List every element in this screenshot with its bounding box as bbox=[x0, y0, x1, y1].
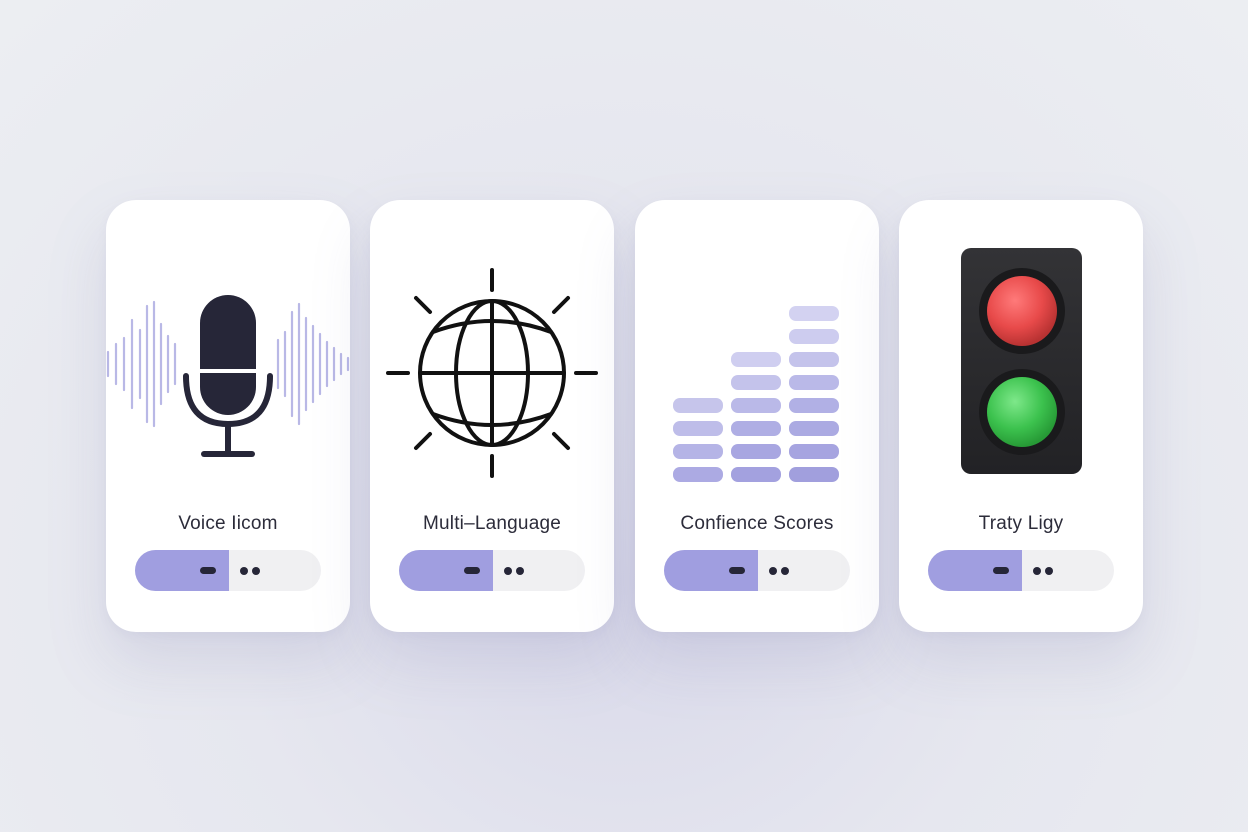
multi-language-toggle[interactable] bbox=[399, 550, 585, 591]
card-title: Multi–Language bbox=[422, 513, 562, 534]
card-title: Voice Iicom bbox=[178, 513, 278, 534]
confidence-toggle[interactable] bbox=[664, 550, 850, 591]
card-multi-language: Multi–Language bbox=[370, 200, 614, 632]
toggle-dot-icon bbox=[240, 567, 248, 575]
globe-icon bbox=[370, 240, 614, 520]
toggle-dot-icon bbox=[504, 567, 512, 575]
toggle-dot-icon bbox=[1045, 567, 1053, 575]
traffic-light-icon bbox=[899, 240, 1143, 520]
toggle-dot-icon bbox=[781, 567, 789, 575]
toggle-dash-icon bbox=[200, 567, 216, 574]
toggle-dash-icon bbox=[464, 567, 480, 574]
card-voice: Voice Iicom bbox=[106, 200, 350, 632]
voice-toggle[interactable] bbox=[135, 550, 321, 591]
card-confidence: Confience Scores bbox=[635, 200, 879, 632]
card-title: Traty Ligy bbox=[978, 513, 1064, 534]
microphone-icon bbox=[106, 240, 350, 520]
toggle-dot-icon bbox=[516, 567, 524, 575]
toggle-dash-icon bbox=[993, 567, 1009, 574]
card-title: Confience Scores bbox=[680, 513, 834, 534]
feature-cards: Voice Iicom Multi–Language Confience Sco… bbox=[106, 200, 1143, 632]
toggle-dot-icon bbox=[252, 567, 260, 575]
confidence-bars-icon bbox=[635, 240, 879, 520]
card-traffic-light: Traty Ligy bbox=[899, 200, 1143, 632]
toggle-dash-icon bbox=[729, 567, 745, 574]
toggle-dot-icon bbox=[1033, 567, 1041, 575]
toggle-dot-icon bbox=[769, 567, 777, 575]
traffic-light-toggle[interactable] bbox=[928, 550, 1114, 591]
